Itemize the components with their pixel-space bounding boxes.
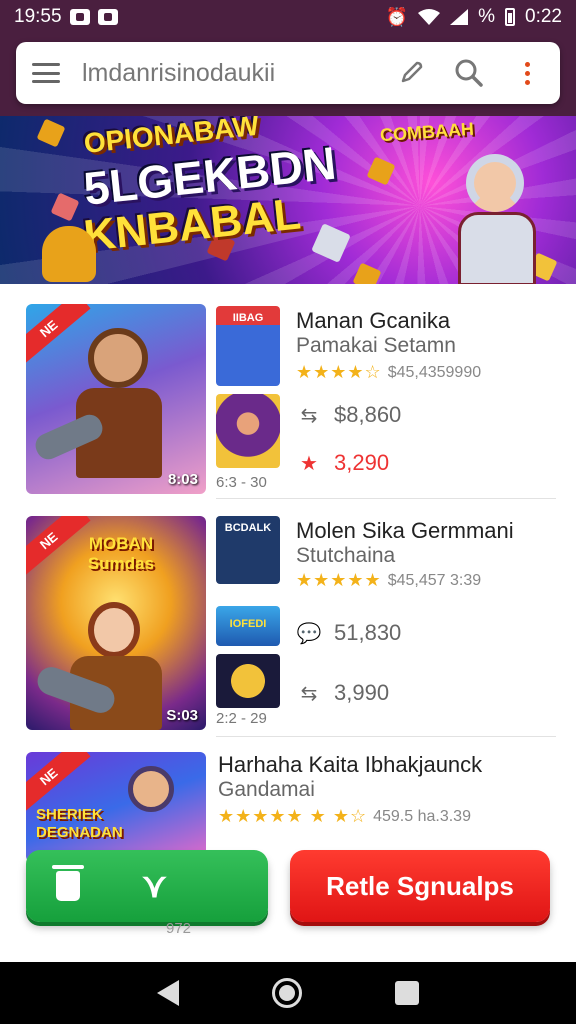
stat-comments[interactable]: 💬 51,830: [296, 620, 402, 646]
thumb-counter: 8:03: [167, 471, 198, 488]
status-bar: 19:55 ⏰ % 0:22: [0, 0, 576, 34]
app-thumbnail[interactable]: SHERIEK DEGNADAN NE: [26, 752, 206, 862]
mascot-character: [42, 226, 96, 282]
signal-icon: [450, 9, 469, 25]
small-caption: 2:2 - 29: [216, 710, 267, 727]
small-caption: 6:3 - 30: [216, 474, 267, 491]
trash-icon: [52, 865, 84, 901]
battery-icon: [505, 8, 516, 26]
star-rating-icon: ★★★★★ ★ ★☆: [218, 806, 368, 826]
screenshot-thumb[interactable]: IIBAG: [216, 306, 280, 386]
install-button[interactable]: ⋎: [26, 850, 268, 922]
thumb-counter: S:03: [166, 707, 198, 724]
notification-icon: [69, 9, 90, 25]
home-icon[interactable]: [271, 978, 302, 1008]
app-title[interactable]: Manan Gcanika: [296, 308, 450, 334]
screenshot-thumb[interactable]: IOFEDI: [216, 606, 280, 646]
rating-value: 459.5 ha.3.39: [373, 807, 471, 825]
thumb-art-title: SHERIEK DEGNADAN: [36, 806, 123, 841]
status-time: 19:55: [14, 6, 62, 27]
wifi-icon: [418, 9, 441, 25]
stat-shares[interactable]: ⇆ $8,860: [296, 402, 402, 428]
status-clock: 0:22: [525, 6, 562, 27]
rating-value: $45,457 3:39: [387, 571, 482, 589]
primary-action-button[interactable]: Retle Sgnualps: [290, 850, 550, 922]
alarm-icon: ⏰: [385, 6, 409, 27]
chat-icon: 💬: [296, 622, 322, 645]
app-thumbnail[interactable]: NE 8:03: [26, 304, 206, 494]
app-subtitle: Stutchaina: [296, 544, 396, 567]
app-rating: ★★★★☆ $45,4359990: [296, 362, 481, 383]
star-icon: ★: [300, 452, 318, 475]
back-icon[interactable]: [156, 980, 179, 1006]
search-bar[interactable]: lmdanrisinodaukii: [16, 42, 560, 104]
app-thumbnail[interactable]: MOBAN Sumdas NE S:03: [26, 516, 206, 730]
app-title[interactable]: Harhaha Kaita Ibhakjaunck: [218, 752, 482, 778]
app-subtitle: Pamakai Setamn: [296, 334, 456, 357]
stat-shares[interactable]: ⇆ 3,990: [296, 680, 389, 706]
search-icon[interactable]: [452, 56, 486, 90]
battery-percent: %: [478, 6, 496, 27]
retweet-icon: ⇆: [300, 404, 318, 427]
navigation-bar: [0, 962, 576, 1024]
divider: [216, 736, 556, 737]
app-subtitle: Gandamai: [218, 778, 315, 801]
app-rating: ★★★★★ ★ ★☆ 459.5 ha.3.39: [218, 806, 471, 827]
divider: [216, 498, 556, 499]
more-options-icon[interactable]: [510, 56, 544, 90]
retweet-icon: ⇆: [300, 682, 318, 705]
app-rating: ★★★★★ $45,457 3:39: [296, 570, 481, 591]
notification-icon: [97, 9, 118, 25]
recent-apps-icon[interactable]: [395, 981, 420, 1005]
menu-icon[interactable]: [32, 63, 60, 83]
star-rating-icon: ★★★★☆: [296, 362, 382, 382]
star-rating-icon: ★★★★★: [296, 570, 382, 590]
download-icon: ⋎: [142, 867, 167, 905]
edit-icon[interactable]: [394, 56, 428, 90]
app-title[interactable]: Molen Sika Germmani: [296, 518, 514, 544]
screenshot-thumb[interactable]: [216, 394, 280, 468]
rating-value: $45,4359990: [387, 363, 482, 381]
screenshot-thumb[interactable]: BCDALK: [216, 516, 280, 584]
screenshot-thumb[interactable]: [216, 654, 280, 708]
stat-favorites[interactable]: ★ 3,290: [296, 450, 389, 476]
hidden-caption: 972: [166, 920, 192, 937]
thumb-art-title: MOBAN Sumdas: [87, 534, 155, 573]
search-input[interactable]: lmdanrisinodaukii: [82, 59, 370, 88]
hero-character: [440, 146, 550, 284]
